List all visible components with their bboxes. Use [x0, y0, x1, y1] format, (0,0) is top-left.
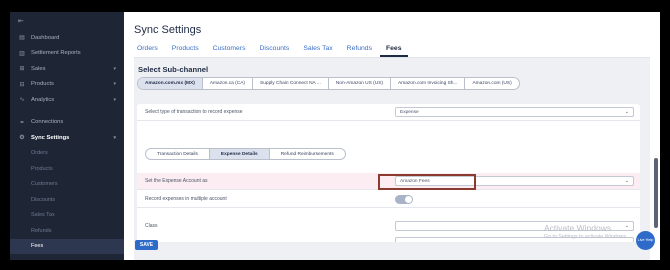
sidebar-item-products[interactable]: ⊟ Products ▾: [10, 77, 124, 93]
sidebar-item-dashboard[interactable]: ▤ Dashboard: [10, 30, 124, 46]
sidebar-item-label: Settlement Reports: [31, 50, 81, 57]
tab-discounts[interactable]: Discounts: [253, 43, 295, 57]
subchannel-option[interactable]: Amazon.com Invoicing Sh...: [391, 78, 466, 89]
chevron-down-icon: ▾: [113, 65, 116, 72]
class-label: Class: [145, 222, 158, 229]
connections-icon: ⚭: [19, 119, 25, 126]
chevron-down-icon: ⌄: [624, 109, 629, 115]
tab-products[interactable]: Products: [166, 43, 205, 57]
sidebar-subitem-products[interactable]: Products: [10, 161, 124, 177]
windows-activation-watermark: Activate Windows Go to Settings to activ…: [544, 223, 628, 240]
expense-subtabs: Transaction Details Expense Details Refu…: [145, 148, 346, 160]
tab-fees[interactable]: Fees: [380, 43, 408, 57]
tab-customers[interactable]: Customers: [207, 43, 252, 57]
multiple-accounts-toggle[interactable]: [395, 195, 413, 204]
subchannel-option[interactable]: Amazon.com.mx (MX): [138, 78, 203, 89]
sidebar-item-label: Dashboard: [31, 34, 60, 41]
tabs-divider: [134, 57, 650, 58]
sidebar-subitem-refunds[interactable]: Refunds: [10, 223, 124, 239]
tab-expense-details[interactable]: Expense Details: [209, 149, 270, 159]
subchannel-option[interactable]: Amazon.ca (CA): [203, 78, 254, 89]
tab-sales-tax[interactable]: Sales Tax: [297, 43, 338, 57]
tab-refunds[interactable]: Refunds: [341, 43, 378, 57]
dashboard-icon: ▤: [19, 35, 25, 42]
analytics-icon: ∿: [19, 97, 25, 104]
settings-tabs: Orders Products Customers Discounts Sale…: [131, 43, 410, 57]
tab-refund-reimbursements[interactable]: Refund Reimbursements: [270, 149, 345, 159]
products-icon: ⊟: [19, 81, 25, 88]
chevron-down-icon: ▾: [113, 81, 116, 88]
footer-bar: [134, 242, 650, 260]
subchannel-option[interactable]: Amazon.com (US): [465, 78, 518, 89]
multiple-accounts-row: Record expenses in multiple account: [137, 191, 640, 208]
gear-icon: ⚙: [19, 135, 25, 142]
watermark-title: Activate Windows: [544, 223, 612, 233]
highlight-annotation-box: [378, 174, 476, 190]
subchannel-title: Select Sub-channel: [138, 65, 209, 74]
sidebar-item-analytics[interactable]: ∿ Analytics ▾: [10, 92, 124, 108]
live-help-button[interactable]: Live Help: [636, 231, 655, 250]
sidebar-subitem-fees[interactable]: Fees: [10, 238, 124, 254]
subchannel-selector: Amazon.com.mx (MX) Amazon.ca (CA) Supply…: [137, 77, 520, 90]
transaction-type-label: Select type of transaction to record exp…: [145, 109, 243, 115]
sidebar: ⇤ ▤ Dashboard ▥ Settlement Reports ⊞ Sal…: [10, 12, 124, 260]
tab-transaction-details[interactable]: Transaction Details: [146, 149, 210, 159]
sales-icon: ⊞: [19, 66, 25, 73]
main-content: Sync Settings Orders Products Customers …: [124, 12, 660, 260]
page-title: Sync Settings: [134, 24, 202, 36]
sidebar-subitem-orders[interactable]: Orders: [10, 146, 124, 162]
transaction-type-select[interactable]: Expense ⌄: [395, 107, 634, 117]
chevron-down-icon: ⌄: [624, 178, 629, 184]
subchannel-option[interactable]: Non-Amazon US (US): [329, 78, 392, 89]
subchannel-option[interactable]: Supply Chain Connect NA ...: [253, 78, 329, 89]
sidebar-item-label: Sync Settings: [31, 134, 70, 141]
toggle-knob: [405, 196, 412, 203]
save-button[interactable]: SAVE: [135, 240, 158, 250]
sidebar-item-label: Analytics: [31, 96, 55, 103]
sidebar-item-connections[interactable]: ⚭ Connections: [10, 115, 124, 131]
watermark-subtitle: Go to Settings to activate Windows.: [544, 234, 628, 240]
sidebar-item-label: Connections: [31, 119, 64, 126]
expense-account-label: Set the Expense Account as: [145, 178, 208, 184]
sidebar-subitem-sales-tax[interactable]: Sales Tax: [10, 208, 124, 224]
chevron-down-icon: ▾: [113, 134, 116, 141]
select-value: Expense: [400, 109, 419, 115]
tab-orders[interactable]: Orders: [131, 43, 164, 57]
scrollbar[interactable]: [654, 158, 658, 228]
collapse-sidebar-icon[interactable]: ⇤: [10, 12, 124, 30]
sidebar-subitem-discounts[interactable]: Discounts: [10, 192, 124, 208]
chevron-down-icon: ▾: [113, 96, 116, 103]
sidebar-subitem-customers[interactable]: Customers: [10, 177, 124, 193]
sidebar-item-settlement-reports[interactable]: ▥ Settlement Reports: [10, 46, 124, 62]
sidebar-item-label: Sales: [31, 65, 46, 72]
transaction-type-row: Select type of transaction to record exp…: [137, 104, 640, 121]
app-window: ⇤ ▤ Dashboard ▥ Settlement Reports ⊞ Sal…: [10, 12, 660, 260]
sidebar-item-sales[interactable]: ⊞ Sales ▾: [10, 61, 124, 77]
sidebar-item-label: Products: [31, 81, 54, 88]
reports-icon: ▥: [19, 50, 25, 57]
sidebar-item-sync-settings[interactable]: ⚙ Sync Settings ▾: [10, 130, 124, 146]
multiple-accounts-label: Record expenses in multiple account: [145, 196, 227, 202]
